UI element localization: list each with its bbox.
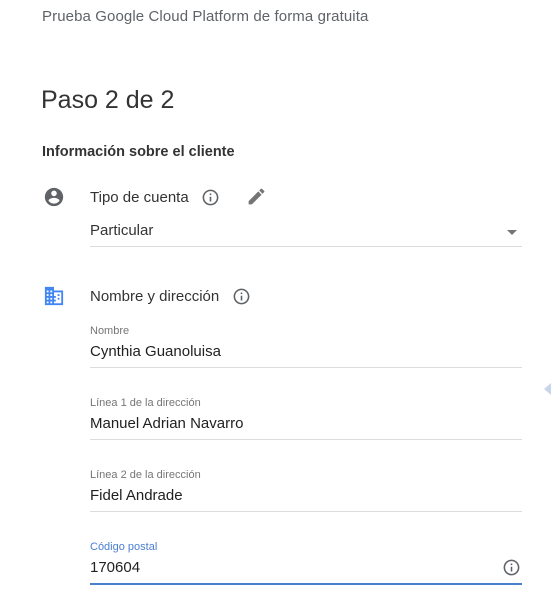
account-type-info-icon[interactable] (201, 188, 220, 207)
address-line1-field[interactable]: Línea 1 de la dirección Manuel Adrian Na… (90, 397, 522, 441)
address-line1-label: Línea 1 de la dirección (90, 397, 201, 409)
account-type-select[interactable]: Particular (90, 218, 522, 247)
postal-code-info-icon[interactable] (502, 558, 521, 577)
account-circle-icon (44, 187, 64, 207)
postal-code-label: Código postal (90, 541, 158, 553)
customer-info-heading: Información sobre el cliente (42, 144, 235, 160)
name-address-info-icon[interactable] (232, 287, 251, 306)
address-line1-value[interactable]: Manuel Adrian Navarro (90, 415, 243, 432)
address-line2-underline (90, 511, 522, 512)
address-line2-value[interactable]: Fidel Andrade (90, 487, 183, 504)
postal-code-underline (90, 583, 522, 585)
postal-code-field[interactable]: Código postal 170604 (90, 541, 522, 586)
name-field-underline (90, 367, 522, 368)
address-line2-field[interactable]: Línea 2 de la dirección Fidel Andrade (90, 469, 522, 513)
account-type-value: Particular (90, 222, 154, 239)
signup-page: Prueba Google Cloud Platform de forma gr… (0, 0, 551, 603)
trial-title: Prueba Google Cloud Platform de forma gr… (42, 8, 369, 25)
step-title: Paso 2 de 2 (41, 86, 175, 114)
name-field-label: Nombre (90, 325, 130, 337)
account-type-label: Tipo de cuenta (90, 189, 189, 206)
name-field-value[interactable]: Cynthia Guanoluisa (90, 343, 221, 360)
name-field[interactable]: Nombre Cynthia Guanoluisa (90, 325, 522, 369)
name-address-label: Nombre y dirección (90, 288, 220, 305)
edit-pencil-icon[interactable] (246, 186, 267, 207)
business-building-icon (44, 286, 64, 306)
postal-code-value[interactable]: 170604 (90, 559, 140, 576)
address-line1-underline (90, 439, 522, 440)
side-pointer-marker (544, 383, 551, 395)
address-line2-label: Línea 2 de la dirección (90, 469, 201, 481)
chevron-down-icon (507, 230, 517, 235)
